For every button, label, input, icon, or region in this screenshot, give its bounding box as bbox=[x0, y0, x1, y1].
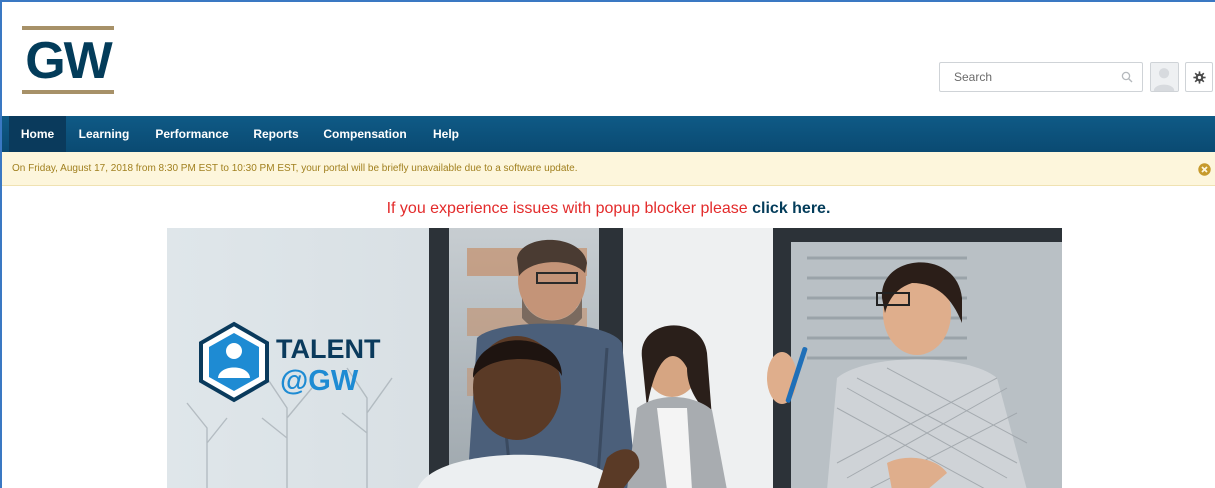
nav-item-reports[interactable]: Reports bbox=[248, 116, 304, 152]
main-nav: Home Learning Performance Reports Compen… bbox=[2, 116, 1215, 152]
maintenance-alert: On Friday, August 17, 2018 from 8:30 PM … bbox=[2, 152, 1215, 186]
talent-brand-line2: @GW bbox=[280, 365, 359, 397]
logo-bar-bottom bbox=[22, 90, 114, 94]
talent-brand-line1: TALENT bbox=[276, 334, 381, 364]
search-input[interactable] bbox=[940, 63, 1118, 91]
alert-message: On Friday, August 17, 2018 from 8:30 PM … bbox=[12, 163, 578, 174]
nav-item-learning[interactable]: Learning bbox=[72, 116, 136, 152]
popup-notice-message: If you experience issues with popup bloc… bbox=[386, 200, 753, 217]
logo-bar-top bbox=[22, 26, 114, 30]
gw-logo[interactable]: GW bbox=[22, 26, 114, 96]
user-avatar-icon[interactable] bbox=[1150, 62, 1179, 92]
nav-item-help[interactable]: Help bbox=[424, 116, 468, 152]
popup-blocker-notice: If you experience issues with popup bloc… bbox=[2, 197, 1215, 221]
banner-illustration: TALENT @GW bbox=[167, 228, 1062, 488]
search-box bbox=[939, 62, 1143, 92]
nav-item-home[interactable]: Home bbox=[9, 116, 66, 152]
click-here-link[interactable]: click here. bbox=[752, 200, 830, 217]
nav-item-performance[interactable]: Performance bbox=[148, 116, 236, 152]
portal-window: GW Search Home Learning Performance Repo… bbox=[0, 0, 1215, 488]
settings-button[interactable] bbox=[1185, 62, 1213, 92]
nav-item-compensation[interactable]: Compensation bbox=[318, 116, 412, 152]
search-icon[interactable] bbox=[1121, 71, 1133, 83]
close-circle-icon[interactable] bbox=[1198, 163, 1211, 176]
talent-banner: TALENT @GW bbox=[167, 228, 1062, 488]
gear-icon bbox=[1192, 70, 1206, 84]
logo-text: GW bbox=[25, 32, 113, 90]
talent-logo-icon bbox=[199, 321, 269, 403]
header: GW bbox=[2, 2, 1215, 116]
